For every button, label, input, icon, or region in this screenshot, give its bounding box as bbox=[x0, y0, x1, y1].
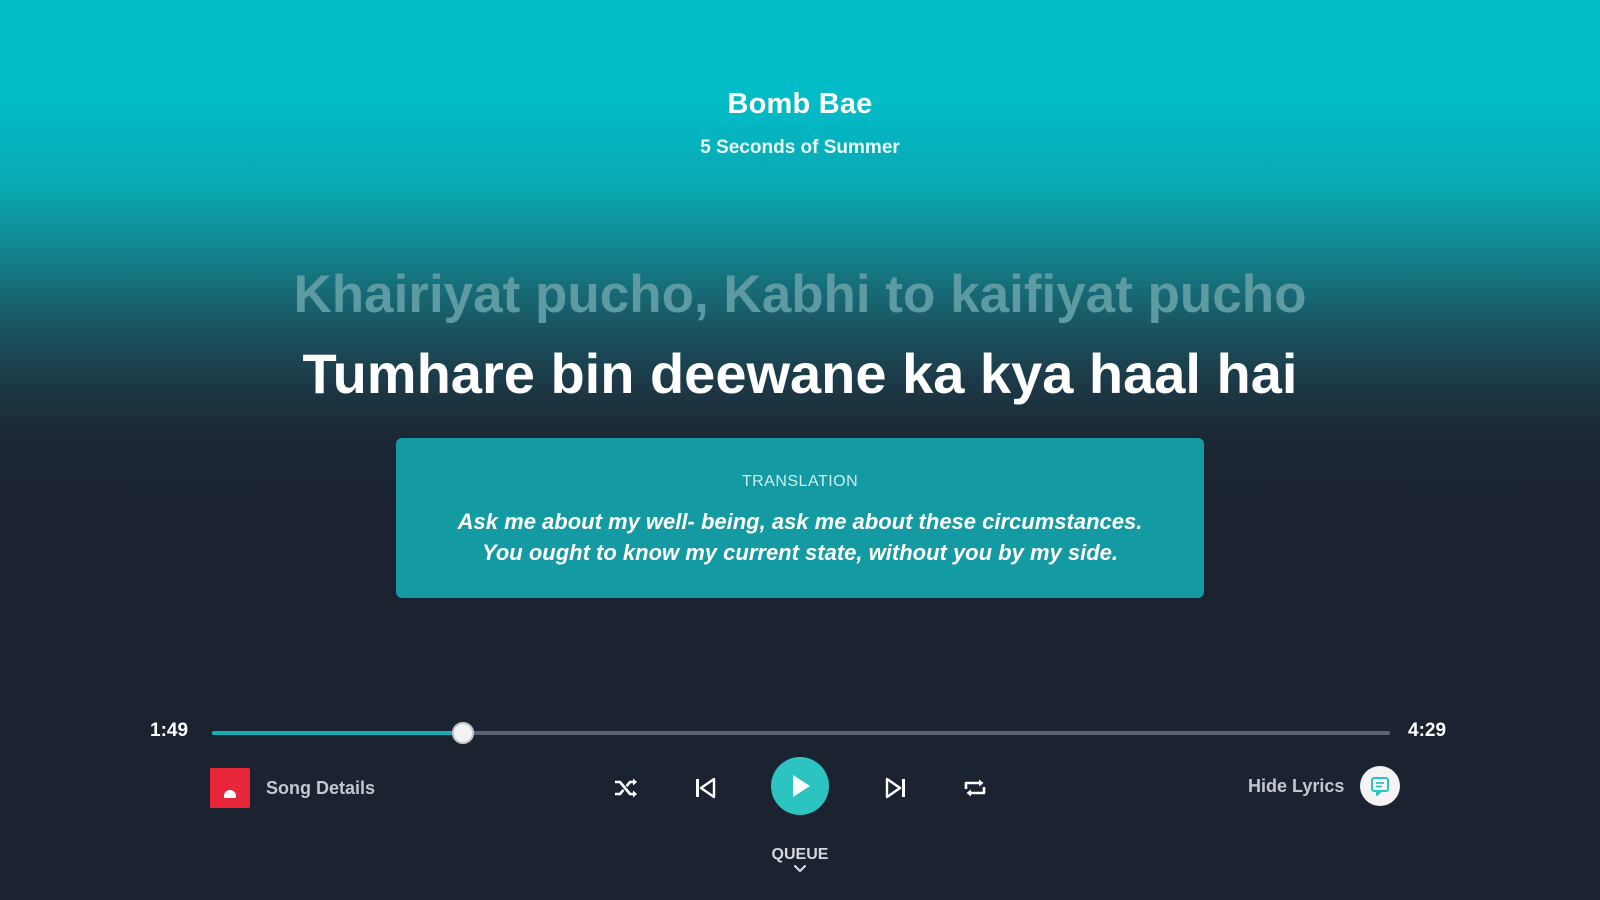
shuffle-icon bbox=[615, 778, 637, 798]
elapsed-time: 1:49 bbox=[150, 720, 189, 741]
lyrics-toggle[interactable] bbox=[1360, 766, 1401, 806]
play-icon bbox=[793, 775, 810, 797]
progress-bar[interactable] bbox=[212, 722, 1390, 744]
repeat-icon bbox=[964, 779, 986, 797]
next-button[interactable] bbox=[876, 768, 916, 808]
shuffle-button[interactable] bbox=[606, 768, 646, 808]
hide-lyrics-button[interactable]: Hide Lyrics bbox=[1248, 766, 1401, 806]
song-title: Bomb Bae bbox=[727, 88, 873, 120]
lyric-current-line: Tumhare bin deewane ka kya haal hai bbox=[302, 342, 1298, 405]
play-button[interactable] bbox=[771, 757, 829, 815]
song-details-button[interactable]: Song Details bbox=[210, 768, 375, 808]
album-art bbox=[210, 768, 250, 808]
previous-button[interactable] bbox=[685, 768, 725, 808]
queue-label: QUEUE bbox=[771, 846, 829, 863]
repeat-button[interactable] bbox=[955, 768, 995, 808]
chevron-down-icon bbox=[793, 864, 807, 873]
total-duration: 4:29 bbox=[1408, 720, 1447, 741]
song-artist: 5 Seconds of Summer bbox=[700, 137, 900, 158]
hide-lyrics-label: Hide Lyrics bbox=[1248, 775, 1345, 796]
translation-text: Ask me about my well- being, ask me abou… bbox=[457, 509, 1143, 565]
lyric-previous-line: Khairiyat pucho, Kabhi to kaifiyat pucho bbox=[293, 265, 1307, 324]
queue-button[interactable]: QUEUE bbox=[740, 846, 860, 874]
lyrics-icon bbox=[1371, 777, 1390, 796]
progress-thumb[interactable] bbox=[452, 722, 475, 744]
song-details-label: Song Details bbox=[266, 777, 376, 798]
translation-heading: TRANSLATION bbox=[741, 473, 859, 490]
skip-previous-icon bbox=[696, 777, 716, 799]
translation-card: TRANSLATION Ask me about my well- being,… bbox=[396, 438, 1204, 598]
skip-next-icon bbox=[885, 777, 905, 799]
progress-fill bbox=[212, 731, 464, 735]
